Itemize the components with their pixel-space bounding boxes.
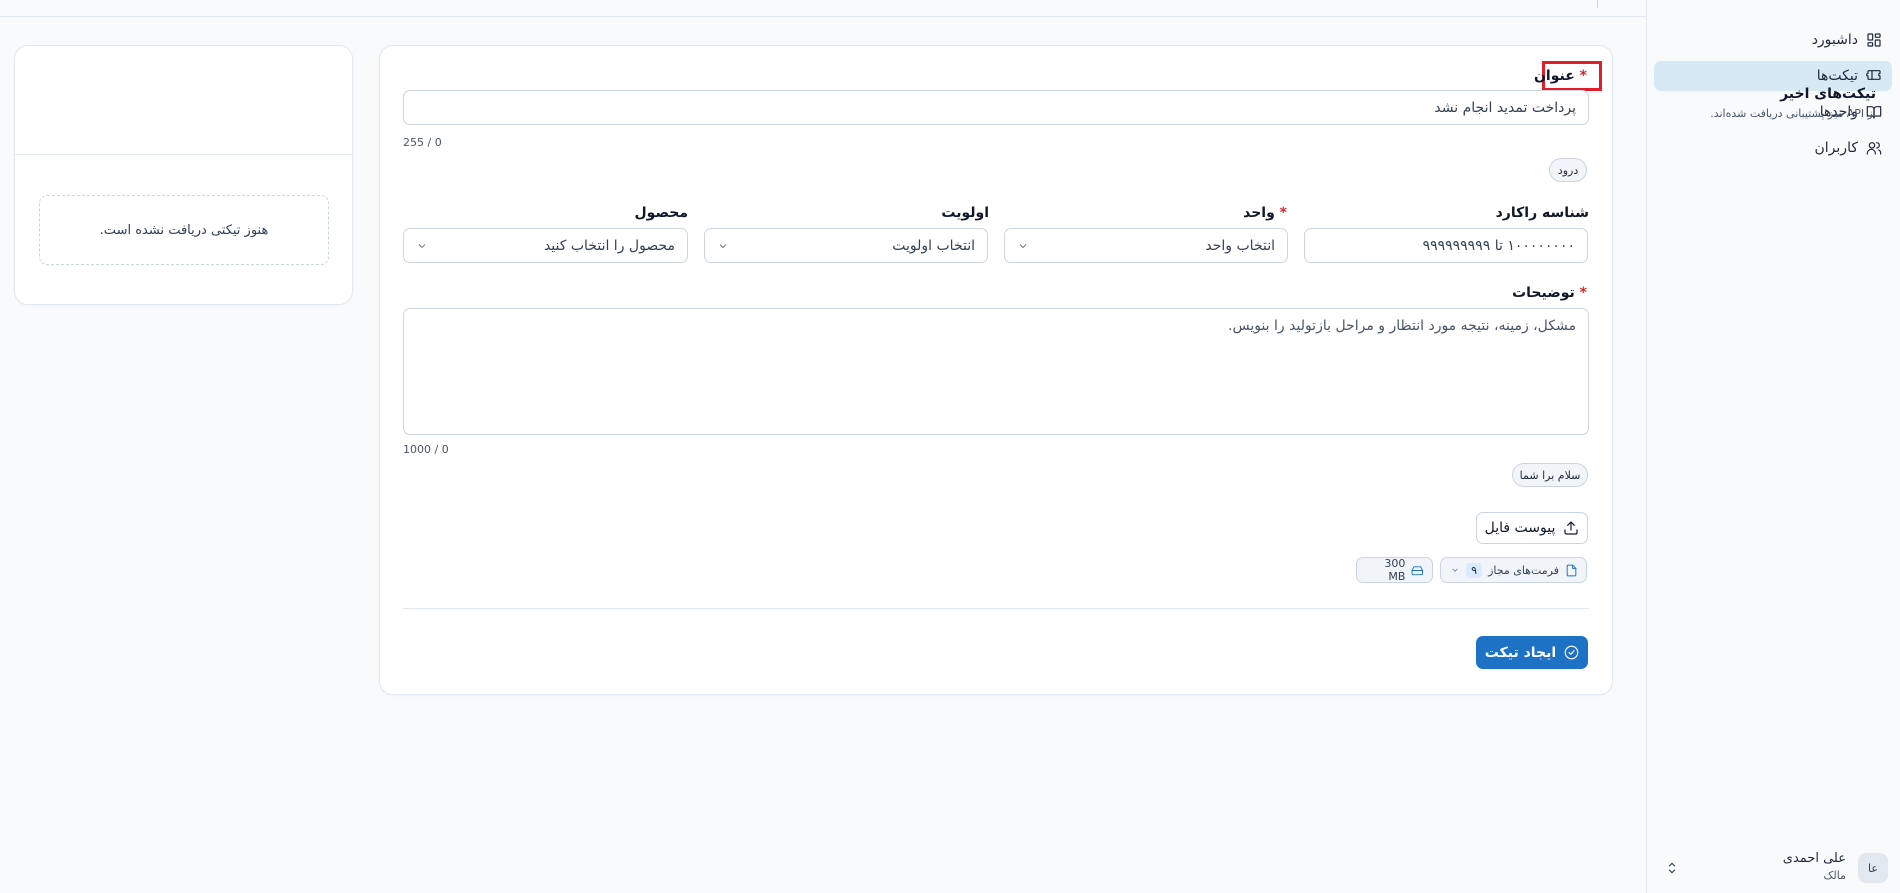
ticket-icon bbox=[1866, 70, 1881, 80]
unit-select-value: انتخاب واحد bbox=[1205, 237, 1275, 254]
max-size-value: 300 MB bbox=[1384, 557, 1406, 583]
sidebar-item-dashboard[interactable]: داشبورد bbox=[1654, 25, 1892, 55]
chevron-down-icon bbox=[1019, 243, 1027, 248]
form-divider bbox=[403, 608, 1589, 609]
allowed-formats-label: فرمت‌های مجاز bbox=[1488, 563, 1559, 577]
priority-label: اولویت bbox=[941, 205, 989, 221]
priority-select-value: انتخاب اولویت bbox=[892, 237, 975, 254]
description-textarea[interactable]: مشکل، زمینه، نتیجه مورد انتظار و مراحل ب… bbox=[403, 308, 1589, 435]
recent-tickets-title: تیکت‌های اخیر bbox=[1780, 86, 1876, 102]
chevron-down-icon bbox=[719, 243, 727, 248]
recent-tickets-subtitle: از API میز پشتیبانی دریافت شده‌اند. bbox=[1710, 107, 1876, 120]
product-label: محصول bbox=[634, 205, 688, 221]
max-size-chip: 300 MB bbox=[1356, 557, 1433, 583]
required-mark: * bbox=[1579, 285, 1587, 301]
recent-tickets-card bbox=[14, 45, 353, 305]
create-ticket-button[interactable]: ایجاد تیکت bbox=[1476, 636, 1588, 669]
file-icon bbox=[1566, 564, 1577, 576]
sidebar-item-users[interactable]: کاربران bbox=[1654, 133, 1892, 163]
chevron-up-down-icon[interactable] bbox=[1665, 859, 1679, 877]
check-circle-icon bbox=[1564, 645, 1579, 660]
required-mark: * bbox=[1579, 68, 1587, 84]
sidebar-item-label: کاربران bbox=[1814, 140, 1858, 156]
unit-label: * واحد bbox=[1243, 205, 1289, 221]
chevron-down-icon bbox=[1452, 568, 1458, 572]
chevron-down-icon bbox=[418, 243, 426, 248]
recent-tickets-divider bbox=[14, 154, 353, 155]
racard-label: شناسه راکارد bbox=[1495, 205, 1589, 221]
required-mark: * bbox=[1279, 205, 1287, 221]
empty-state: هنوز تیکتی دریافت نشده است. bbox=[39, 195, 329, 265]
racard-input[interactable]: ۱۰۰۰۰۰۰۰۰ تا ۹۹۹۹۹۹۹۹۹ bbox=[1304, 228, 1588, 263]
sidebar: داشبورد تیکت‌ها واحدها کاربران bbox=[1646, 0, 1900, 893]
allowed-formats-chip[interactable]: فرمت‌های مجاز ۹ bbox=[1440, 557, 1587, 583]
top-bar-divider bbox=[1597, 0, 1598, 8]
sidebar-item-label: داشبورد bbox=[1811, 32, 1858, 48]
avatar[interactable]: عا bbox=[1858, 853, 1888, 883]
title-char-counter: 255 / 0 bbox=[403, 136, 442, 149]
sidebar-item-label: تیکت‌ها bbox=[1816, 68, 1858, 84]
hard-drive-icon bbox=[1411, 565, 1424, 575]
description-char-counter: 1000 / 0 bbox=[403, 443, 449, 456]
description-label-text: توضیحات bbox=[1512, 285, 1575, 301]
attach-file-label: پیوست فایل bbox=[1484, 520, 1556, 536]
title-label-text: عنوان bbox=[1533, 68, 1575, 84]
title-label: * عنوان bbox=[1534, 68, 1589, 84]
create-ticket-label: ایجاد تیکت bbox=[1484, 644, 1557, 661]
description-label: * توضیحات bbox=[1512, 285, 1589, 301]
title-suggestion-chip[interactable]: درود bbox=[1549, 158, 1587, 182]
priority-select[interactable]: انتخاب اولویت bbox=[704, 228, 988, 263]
title-input[interactable]: پرداخت تمدید انجام نشد bbox=[403, 90, 1589, 125]
user-role: مالک bbox=[1823, 869, 1846, 882]
unit-select[interactable]: انتخاب واحد bbox=[1004, 228, 1288, 263]
user-name: علی احمدی bbox=[1782, 851, 1846, 866]
top-bar bbox=[0, 0, 1646, 17]
attach-file-button[interactable]: پیوست فایل bbox=[1476, 512, 1588, 544]
upload-icon bbox=[1564, 521, 1578, 535]
product-select-value: محصول را انتخاب کنید bbox=[543, 237, 675, 254]
unit-label-text: واحد bbox=[1243, 205, 1275, 221]
description-suggestion-chip[interactable]: سلام برا شما bbox=[1512, 463, 1588, 487]
product-select[interactable]: محصول را انتخاب کنید bbox=[403, 228, 688, 263]
allowed-formats-count: ۹ bbox=[1466, 562, 1483, 578]
dashboard-icon bbox=[1867, 33, 1881, 47]
users-icon bbox=[1866, 142, 1882, 155]
